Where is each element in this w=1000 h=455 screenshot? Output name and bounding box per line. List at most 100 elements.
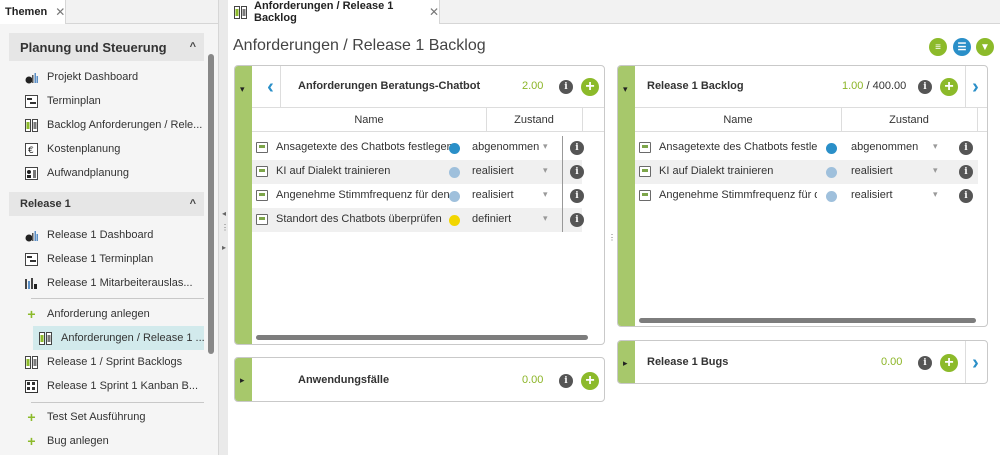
sidebar-item-label: Aufwandplanung bbox=[47, 167, 129, 179]
sidebar-item-test-set[interactable]: + Test Set Ausführung bbox=[25, 405, 205, 429]
row-state[interactable]: abgenommen bbox=[472, 141, 539, 153]
sidebar-item-backlog[interactable]: Backlog Anforderungen / Rele... bbox=[25, 113, 205, 137]
table-row[interactable]: Angenehme Stimmfrequenz für den Chatbot … bbox=[635, 184, 978, 208]
add-icon[interactable]: + bbox=[581, 372, 599, 390]
info-icon[interactable]: i bbox=[570, 213, 584, 227]
sidebar-item-release1-dashboard[interactable]: Release 1 Dashboard bbox=[25, 223, 205, 247]
horizontal-scrollbar[interactable] bbox=[256, 335, 588, 340]
chevron-right-icon[interactable]: › bbox=[965, 66, 985, 108]
info-icon[interactable]: i bbox=[959, 189, 973, 203]
column-header-name[interactable]: Name bbox=[635, 114, 841, 126]
card-release1-backlog: ▾ Release 1 Backlog 1.00 / 400.00 i + › … bbox=[617, 65, 988, 327]
sidebar-item-release1-mitarbeiter[interactable]: Release 1 Mitarbeiterauslas... bbox=[25, 271, 205, 295]
group-header-planung[interactable]: Planung und Steuerung ^ bbox=[9, 33, 204, 61]
sidebar-item-projekt-dashboard[interactable]: Projekt Dashboard bbox=[25, 65, 205, 89]
sidebar-item-label: Release 1 Mitarbeiterauslas... bbox=[47, 277, 193, 289]
info-icon[interactable]: i bbox=[918, 80, 932, 94]
chevron-left-icon[interactable]: ‹ bbox=[261, 66, 281, 108]
grid: Name Zustand Ansagetexte des Chatbots fe… bbox=[635, 108, 987, 326]
tab-themen[interactable]: Themen ✕ bbox=[0, 0, 66, 24]
column-header-zustand[interactable]: Zustand bbox=[486, 114, 582, 126]
table-row[interactable]: KI auf Dialekt trainieren realisiert ▾ i bbox=[252, 160, 584, 184]
row-state[interactable]: realisiert bbox=[472, 189, 514, 201]
info-icon[interactable]: i bbox=[559, 80, 573, 94]
info-icon[interactable]: i bbox=[570, 189, 584, 203]
chevron-up-icon[interactable]: ^ bbox=[190, 41, 196, 53]
info-icon[interactable]: i bbox=[570, 165, 584, 179]
state-dot bbox=[449, 143, 460, 154]
chevron-up-icon[interactable]: ^ bbox=[190, 198, 196, 210]
dropdown-icon[interactable]: ▾ bbox=[933, 189, 938, 200]
column-divider bbox=[977, 108, 978, 132]
table-row[interactable]: Ansagetexte des Chatbots festlegen abgen… bbox=[252, 136, 584, 160]
collapse-left-icon[interactable]: ◂ bbox=[221, 210, 227, 218]
sidebar: Planung und Steuerung ^ Projekt Dashboar… bbox=[0, 24, 218, 455]
sidebar-item-sprint-backlogs[interactable]: Release 1 / Sprint Backlogs bbox=[25, 350, 205, 374]
dropdown-icon[interactable]: ▾ bbox=[543, 141, 548, 152]
sidebar-item-aufwandplanung[interactable]: Aufwandplanung bbox=[25, 161, 205, 185]
table-row[interactable]: Angenehme Stimmfrequenz für den Chatbot … bbox=[252, 184, 584, 208]
state-dot bbox=[449, 167, 460, 178]
chevron-right-icon[interactable]: › bbox=[965, 341, 985, 383]
group-title: Release 1 bbox=[20, 198, 71, 210]
grip-icon[interactable]: ⋮ bbox=[608, 234, 616, 242]
expand-right-icon[interactable]: ▸ bbox=[221, 244, 227, 252]
column-header-zustand[interactable]: Zustand bbox=[841, 114, 977, 126]
panel-splitter[interactable]: ◂ ⋮ ▸ bbox=[218, 0, 229, 455]
row-state[interactable]: abgenommen bbox=[851, 141, 918, 153]
sidebar-item-terminplan[interactable]: Terminplan bbox=[25, 89, 205, 113]
divider bbox=[31, 298, 204, 299]
add-icon[interactable]: + bbox=[940, 354, 958, 372]
sidebar-item-bug-anlegen[interactable]: + Bug anlegen bbox=[25, 429, 205, 453]
card-strip bbox=[235, 66, 252, 344]
table-row[interactable]: Ansagetexte des Chatbots festlegen abgen… bbox=[635, 136, 978, 160]
table-row[interactable]: Standort des Chatbots überprüfen definie… bbox=[252, 208, 584, 232]
collapse-icon[interactable]: ▾ bbox=[240, 84, 245, 95]
info-icon[interactable]: i bbox=[959, 165, 973, 179]
dropdown-icon[interactable]: ▾ bbox=[933, 165, 938, 176]
filter-icon[interactable]: ▼ bbox=[976, 38, 994, 56]
card-title: Anwendungsfälle bbox=[298, 374, 390, 386]
expand-icon[interactable]: ▸ bbox=[240, 375, 245, 386]
sidebar-item-label: Projekt Dashboard bbox=[47, 71, 139, 83]
card-header: Anwendungsfälle 0.00 i + bbox=[252, 358, 604, 401]
dropdown-icon[interactable]: ▾ bbox=[543, 213, 548, 224]
row-state[interactable]: definiert bbox=[472, 213, 511, 225]
add-icon[interactable]: + bbox=[940, 78, 958, 96]
sidebar-item-label: Backlog Anforderungen / Rele... bbox=[47, 119, 203, 131]
column-header-name[interactable]: Name bbox=[252, 114, 486, 126]
dropdown-icon[interactable]: ▾ bbox=[543, 189, 548, 200]
info-icon[interactable]: i bbox=[918, 356, 932, 370]
collapse-icon[interactable]: ▾ bbox=[623, 84, 628, 95]
sidebar-item-kanban[interactable]: Release 1 Sprint 1 Kanban B... bbox=[25, 374, 205, 398]
add-icon[interactable]: + bbox=[581, 78, 599, 96]
backlog-icon bbox=[25, 118, 38, 132]
sidebar-scrollbar[interactable] bbox=[208, 54, 214, 354]
row-state[interactable]: realisiert bbox=[851, 189, 893, 201]
page-title: Anforderungen / Release 1 Backlog bbox=[233, 37, 486, 54]
horizontal-scrollbar[interactable] bbox=[639, 318, 976, 323]
sidebar-item-anforderung-anlegen[interactable]: + Anforderung anlegen bbox=[25, 302, 205, 326]
sidebar-item-anforderungen-release1[interactable]: Anforderungen / Release 1 ... bbox=[33, 326, 204, 350]
sidebar-item-release1-terminplan[interactable]: Release 1 Terminplan bbox=[25, 247, 205, 271]
row-state[interactable]: realisiert bbox=[851, 165, 893, 177]
dropdown-icon[interactable]: ▾ bbox=[933, 141, 938, 152]
tab-release1-backlog[interactable]: Anforderungen / Release 1 Backlog ✕ bbox=[228, 0, 440, 24]
sidebar-item-label: Kostenplanung bbox=[47, 143, 121, 155]
close-icon[interactable]: ✕ bbox=[429, 5, 439, 19]
table-row[interactable]: KI auf Dialekt trainieren realisiert ▾ i bbox=[635, 160, 978, 184]
sidebar-item-label: Bug anlegen bbox=[47, 435, 109, 447]
info-icon[interactable]: i bbox=[559, 374, 573, 388]
info-icon[interactable]: i bbox=[570, 141, 584, 155]
info-icon[interactable]: i bbox=[959, 141, 973, 155]
grip-icon: ⋮ bbox=[221, 223, 229, 232]
table-view-icon[interactable]: ☰ bbox=[953, 38, 971, 56]
close-icon[interactable]: ✕ bbox=[55, 5, 65, 19]
card-title: Release 1 Backlog bbox=[647, 80, 744, 92]
dropdown-icon[interactable]: ▾ bbox=[543, 165, 548, 176]
row-state[interactable]: realisiert bbox=[472, 165, 514, 177]
sidebar-item-kostenplanung[interactable]: € Kostenplanung bbox=[25, 137, 205, 161]
list-view-icon[interactable]: ≡ bbox=[929, 38, 947, 56]
group-header-release1[interactable]: Release 1 ^ bbox=[9, 192, 204, 216]
expand-icon[interactable]: ▸ bbox=[623, 358, 628, 369]
